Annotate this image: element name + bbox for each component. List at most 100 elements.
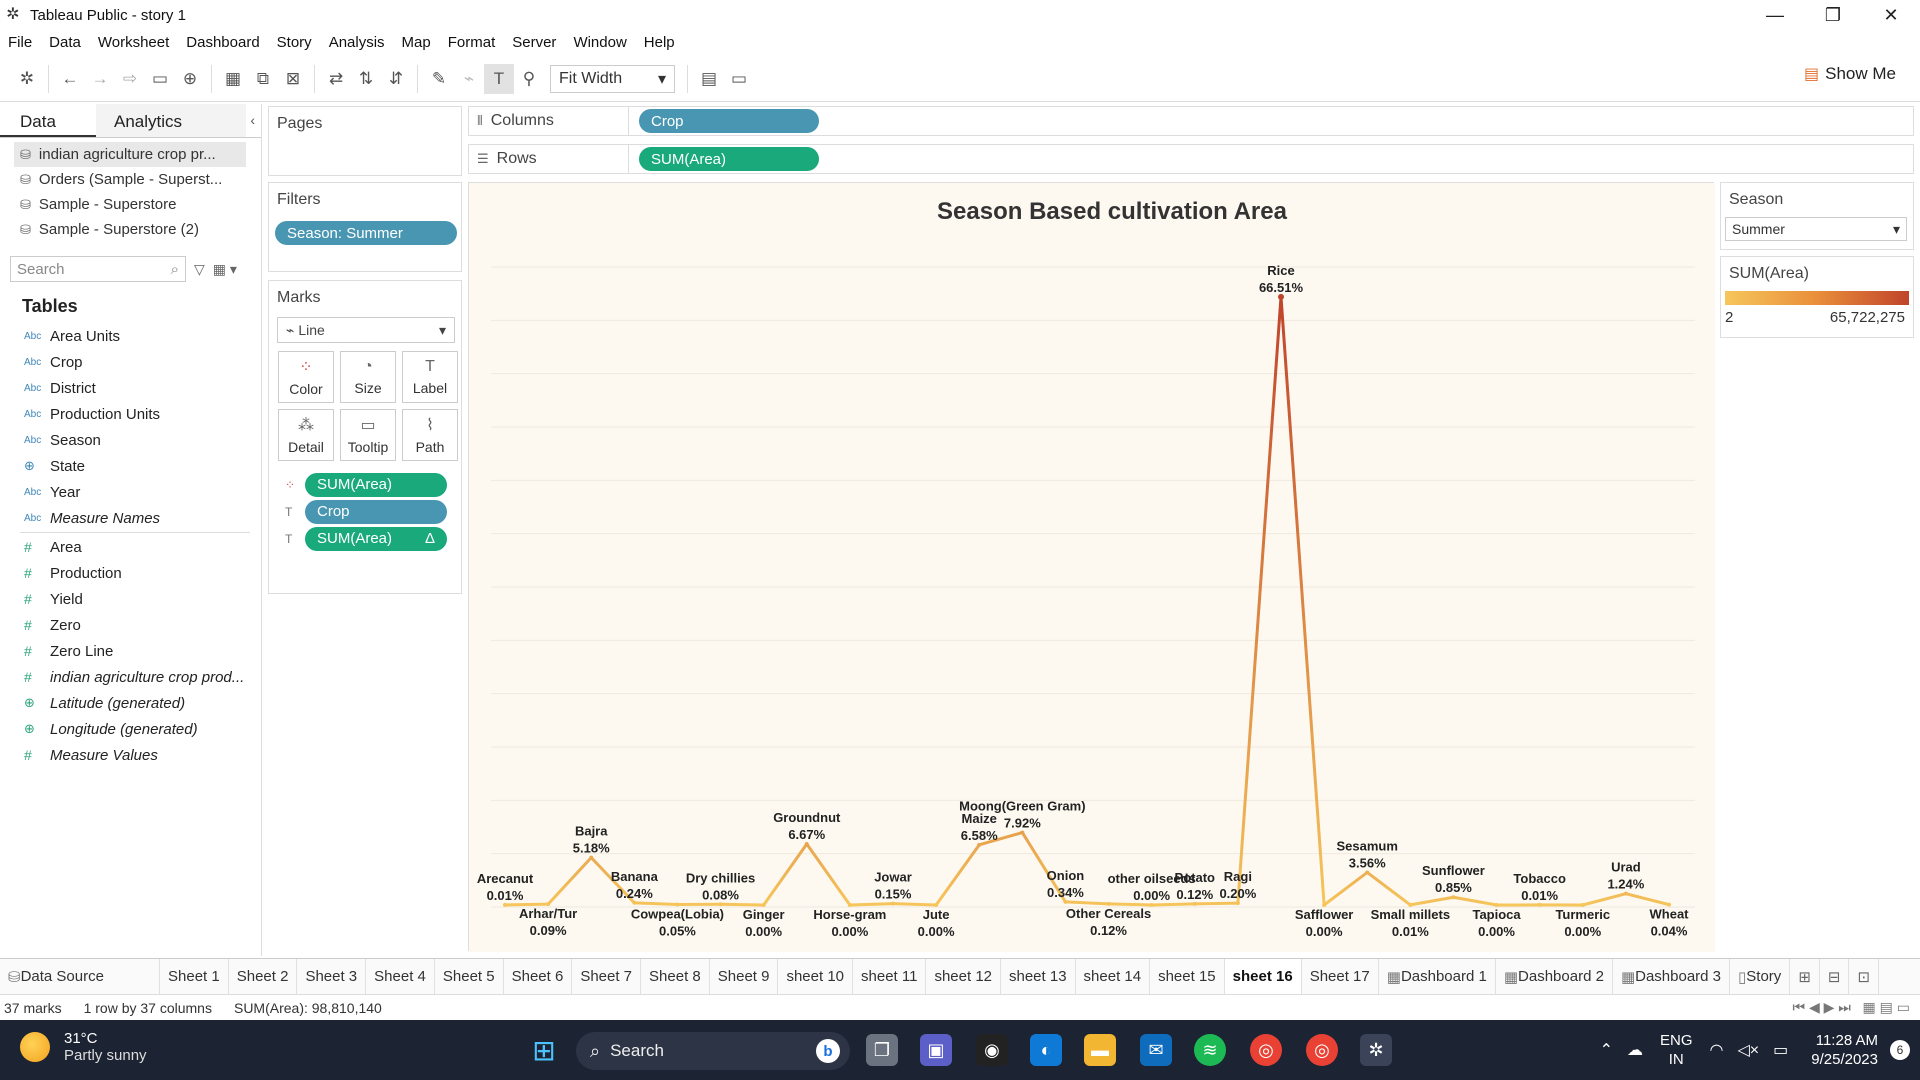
data-source-item[interactable]: ⛁ Sample - Superstore (2) — [14, 217, 261, 242]
field-item[interactable]: # Measure Values — [0, 742, 261, 768]
sheet-tab[interactable]: sheet 11 — [853, 958, 927, 995]
line-segment[interactable] — [719, 902, 766, 907]
sheet-tab[interactable]: Sheet 2 — [229, 958, 298, 995]
data-point[interactable] — [718, 902, 723, 907]
filter-pill-season[interactable]: Season: Summer — [275, 221, 457, 245]
sheet-tab[interactable]: Sheet 4 — [366, 958, 435, 995]
sheet-tab[interactable]: Sheet 3 — [297, 958, 367, 995]
sheet-tab[interactable]: sheet 14 — [1076, 958, 1151, 995]
field-item[interactable]: ⊕ Longitude (generated) — [0, 716, 261, 742]
new-story-tab-icon[interactable]: ⊡ — [1849, 958, 1880, 995]
line-segment[interactable] — [1193, 901, 1240, 906]
replay-icon[interactable]: ⇨ — [115, 64, 145, 94]
columns-shelf[interactable]: ⦀ Columns Crop — [468, 106, 1914, 136]
mail-icon[interactable]: ✉ — [1140, 1034, 1172, 1066]
rows-pill-sum-area[interactable]: SUM(Area) — [639, 147, 819, 171]
pin-icon[interactable]: ⚲ — [514, 64, 544, 94]
field-item[interactable]: Abc Production Units — [0, 401, 261, 427]
field-item[interactable]: Abc Season — [0, 427, 261, 453]
data-point[interactable] — [1235, 901, 1240, 906]
field-item[interactable]: ⊕ Latitude (generated) — [0, 690, 261, 716]
minimize-button[interactable]: — — [1746, 0, 1804, 30]
data-point[interactable] — [1537, 902, 1542, 907]
chrome-icon[interactable]: ◎ — [1250, 1034, 1282, 1066]
data-point[interactable] — [632, 900, 637, 905]
menu-worksheet[interactable]: Worksheet — [98, 34, 169, 51]
sheet-tab[interactable]: ▦ Dashboard 2 — [1496, 958, 1613, 995]
field-item[interactable]: Abc Area Units — [0, 323, 261, 349]
clear-sheet-icon[interactable]: ⊠ — [278, 64, 308, 94]
rows-shelf[interactable]: ☰ Rows SUM(Area) — [468, 144, 1914, 174]
line-segment[interactable] — [1063, 900, 1111, 906]
show-me-button[interactable]: ▤ Show Me — [1804, 64, 1896, 84]
field-item[interactable]: Abc District — [0, 375, 261, 401]
sheet-tab[interactable]: Sheet 9 — [710, 958, 779, 995]
view-options-icon[interactable]: ▦ ▾ — [213, 261, 237, 278]
volume-muted-icon[interactable]: ◁× — [1737, 1040, 1759, 1060]
sort-descending-icon[interactable]: ⇵ — [381, 64, 411, 94]
data-source-item[interactable]: ⛁ Sample - Superstore — [14, 192, 261, 217]
sheet-tab[interactable]: Sheet 8 — [641, 958, 710, 995]
windows-start-icon[interactable]: ⊞ — [528, 1034, 560, 1066]
path-button[interactable]: ⌇ Path — [402, 409, 458, 461]
sheet-tab[interactable]: sheet 13 — [1001, 958, 1076, 995]
collapse-pane-icon[interactable]: ‹ — [250, 112, 255, 128]
menu-file[interactable]: File — [8, 34, 32, 51]
battery-icon[interactable]: ▭ — [1773, 1040, 1788, 1060]
field-item[interactable]: # Zero — [0, 612, 261, 638]
teams-chat-icon[interactable]: ▣ — [920, 1034, 952, 1066]
data-source-item[interactable]: ⛁ indian agriculture crop pr... — [14, 142, 246, 167]
data-point[interactable] — [1623, 891, 1628, 896]
duplicate-icon[interactable]: ⧉ — [248, 64, 278, 94]
field-item[interactable]: Abc Year — [0, 479, 261, 505]
tooltip-button[interactable]: ▭ Tooltip — [340, 409, 396, 461]
sheet-tab[interactable]: ▦ Dashboard 3 — [1613, 958, 1731, 995]
marks-field-crop[interactable]: Crop — [305, 499, 447, 524]
data-point[interactable] — [503, 902, 507, 907]
line-segment[interactable] — [848, 902, 895, 907]
sheet-tab[interactable]: sheet 12 — [926, 958, 1001, 995]
field-item[interactable]: ⊕ State — [0, 453, 261, 479]
line-segment[interactable] — [632, 901, 679, 907]
line-segment[interactable] — [1107, 902, 1154, 907]
restore-button[interactable]: ❐ — [1804, 0, 1862, 30]
sheet-tab[interactable]: Sheet 17 — [1302, 958, 1379, 995]
detail-button[interactable]: ⁂ Detail — [278, 409, 334, 461]
sheet-tab[interactable]: sheet 15 — [1150, 958, 1225, 995]
swap-icon[interactable]: ⇄ — [321, 64, 351, 94]
menu-data[interactable]: Data — [49, 34, 81, 51]
redo-icon[interactable]: → — [85, 64, 115, 94]
menu-format[interactable]: Format — [448, 34, 496, 51]
weather-widget[interactable]: 31°C Partly sunny — [20, 1030, 147, 1064]
sheet-navigation-icons[interactable]: ⏮ ◀ ▶ ⏭ ▦ ▤ ▭ — [1792, 999, 1910, 1016]
menu-server[interactable]: Server — [512, 34, 556, 51]
github-icon[interactable]: ◉ — [976, 1034, 1008, 1066]
tableau-home-icon[interactable]: ✲ — [12, 64, 42, 94]
color-button[interactable]: ⁘ Color — [278, 351, 334, 403]
chevron-up-icon[interactable]: ⌃ — [1600, 1040, 1613, 1060]
size-button[interactable]: ◔ Size — [340, 351, 396, 403]
columns-pill-crop[interactable]: Crop — [639, 109, 819, 133]
data-source-item[interactable]: ⛁ Orders (Sample - Superst... — [14, 167, 261, 192]
sheet-tab[interactable]: ▯ Story — [1730, 958, 1791, 995]
menu-help[interactable]: Help — [644, 34, 675, 51]
language-indicator[interactable]: ENG IN — [1660, 1031, 1693, 1069]
menu-map[interactable]: Map — [402, 34, 431, 51]
sort-ascending-icon[interactable]: ⇅ — [351, 64, 381, 94]
sheet-tab[interactable]: ▦ Dashboard 1 — [1379, 958, 1496, 995]
field-item[interactable]: Abc Crop — [0, 349, 261, 375]
taskbar-search[interactable]: ⌕ Search b — [576, 1032, 850, 1070]
field-item[interactable]: # Production — [0, 560, 261, 586]
new-worksheet-tab-icon[interactable]: ⊞ — [1790, 958, 1820, 995]
line-chart[interactable]: Season Based cultivation Area Arecanut 0.0… — [469, 183, 1715, 952]
group-icon[interactable]: ⌁ — [454, 64, 484, 94]
data-point[interactable] — [1451, 895, 1456, 900]
marks-field-sum-area-delta[interactable]: SUM(Area) Δ — [305, 526, 447, 551]
save-icon[interactable]: ▭ — [145, 64, 175, 94]
sheet-tab[interactable]: Sheet 6 — [504, 958, 573, 995]
field-item[interactable]: # Zero Line — [0, 638, 261, 664]
sheet-tab[interactable]: sheet 10 — [778, 958, 854, 995]
season-dropdown[interactable]: Summer ▾ — [1725, 217, 1907, 241]
sheet-tab[interactable]: Sheet 5 — [435, 958, 504, 995]
line-segment[interactable] — [1150, 902, 1197, 907]
